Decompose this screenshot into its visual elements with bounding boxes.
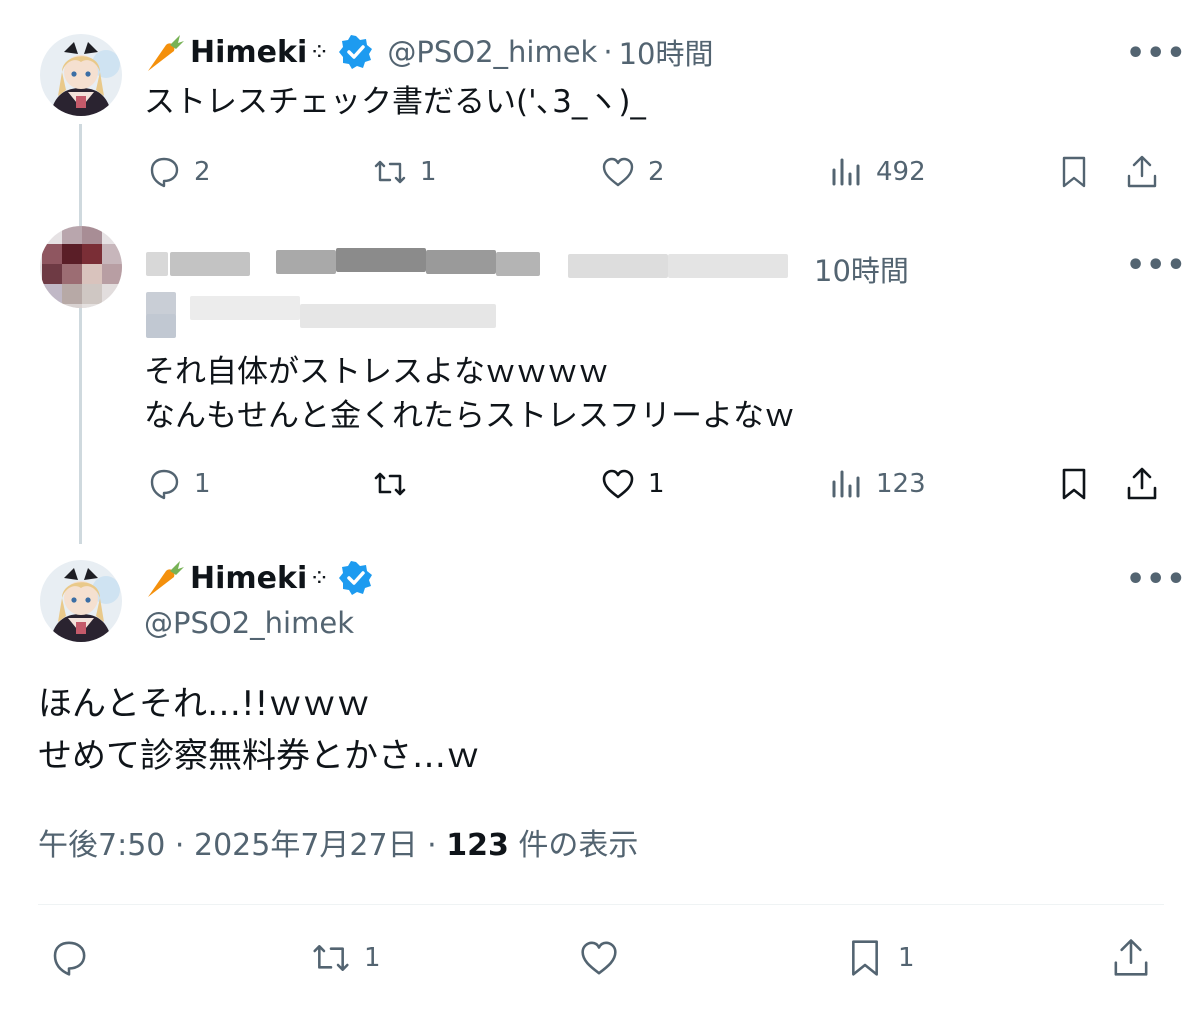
carrot-emoji-icon: [144, 557, 186, 599]
retweet-icon: [374, 472, 406, 496]
timestamp[interactable]: 10時間: [619, 31, 714, 73]
reply-count: 1: [194, 469, 211, 499]
tweet-text-line-2: なんもせんと金くれたらストレスフリーよなｗ: [144, 398, 795, 434]
display-name[interactable]: Himeki: [190, 561, 307, 596]
retweet-icon: [374, 160, 406, 184]
retweet-button[interactable]: [372, 462, 408, 506]
share-button[interactable]: [1124, 462, 1160, 506]
handle[interactable]: @PSO2_himek: [144, 606, 354, 640]
divider: [38, 904, 1164, 905]
post-timestamp[interactable]: 午後7:50 · 2025年7月27日 ·: [38, 828, 446, 863]
verified-badge-icon: [339, 561, 373, 595]
reply-button[interactable]: [48, 936, 90, 980]
retweet-button[interactable]: 1: [372, 150, 437, 194]
views-button[interactable]: 123: [828, 462, 926, 506]
bookmark-icon: [1062, 156, 1086, 188]
views-label: 件の表示: [508, 828, 639, 863]
view-count: 123: [876, 469, 926, 499]
bookmark-icon: [1062, 468, 1086, 500]
bookmark-icon: [852, 940, 878, 976]
analytics-icon: [832, 470, 860, 498]
like-button[interactable]: 1: [600, 462, 665, 506]
like-count: 2: [648, 157, 665, 187]
heart-icon: [602, 469, 634, 499]
tweet-meta: 午後7:50 · 2025年7月27日 · 123 件の表示: [38, 820, 638, 864]
reply-icon: [150, 157, 179, 188]
reply-button[interactable]: 1: [146, 462, 211, 506]
share-button[interactable]: [1110, 936, 1152, 980]
more-options-button[interactable]: •••: [1126, 39, 1187, 69]
reply-icon: [53, 941, 86, 976]
timestamp[interactable]: 10時間: [814, 248, 909, 290]
retweet-button[interactable]: 1: [310, 936, 381, 980]
thread-line: [79, 124, 82, 544]
more-options-button[interactable]: •••: [1126, 565, 1187, 595]
share-icon: [1114, 939, 1148, 976]
bookmark-button[interactable]: 1: [844, 936, 915, 980]
retweet-count: 1: [420, 157, 437, 187]
reply-button[interactable]: 2: [146, 150, 211, 194]
bookmark-button[interactable]: [1056, 462, 1092, 506]
sparkle-icon: ⁘: [309, 38, 330, 66]
share-button[interactable]: [1124, 150, 1160, 194]
tweet-text-line-1: ほんとそれ…!!ｗｗｗ: [38, 684, 371, 724]
bookmark-count: 1: [898, 943, 915, 973]
views-button[interactable]: 492: [828, 150, 926, 194]
share-icon: [1127, 467, 1157, 500]
view-count: 492: [876, 157, 926, 187]
blurred-avatar[interactable]: [40, 226, 122, 308]
retweet-count: 1: [364, 943, 381, 973]
view-count: 123: [446, 828, 509, 863]
retweet-icon: [313, 945, 349, 971]
like-button[interactable]: 2: [600, 150, 665, 194]
like-count: 1: [648, 469, 665, 499]
reply-count: 2: [194, 157, 211, 187]
more-options-button[interactable]: •••: [1126, 251, 1187, 281]
reply-icon: [150, 469, 179, 500]
avatar[interactable]: [40, 34, 122, 116]
like-button[interactable]: [578, 936, 620, 980]
share-icon: [1127, 155, 1157, 188]
heart-icon: [602, 157, 634, 187]
tweet-1-header: Himeki ⁘ @PSO2_himek · 10時間: [144, 30, 713, 74]
verified-badge-icon: [339, 35, 373, 69]
separator-dot: ·: [603, 35, 613, 69]
avatar[interactable]: [40, 560, 122, 642]
analytics-icon: [832, 158, 860, 186]
handle[interactable]: @PSO2_himek: [387, 35, 597, 69]
tweet-text-line-2: せめて診察無料券とかさ…ｗ: [38, 736, 480, 776]
heart-icon: [581, 941, 617, 975]
main-tweet-header: Himeki ⁘: [144, 556, 373, 600]
tweet-text: ストレスチェック書だるい('､3_ヽ)_: [144, 84, 646, 120]
sparkle-icon: ⁘: [309, 564, 330, 592]
carrot-emoji-icon: [144, 31, 186, 73]
bookmark-button[interactable]: [1056, 150, 1092, 194]
display-name[interactable]: Himeki: [190, 35, 307, 70]
